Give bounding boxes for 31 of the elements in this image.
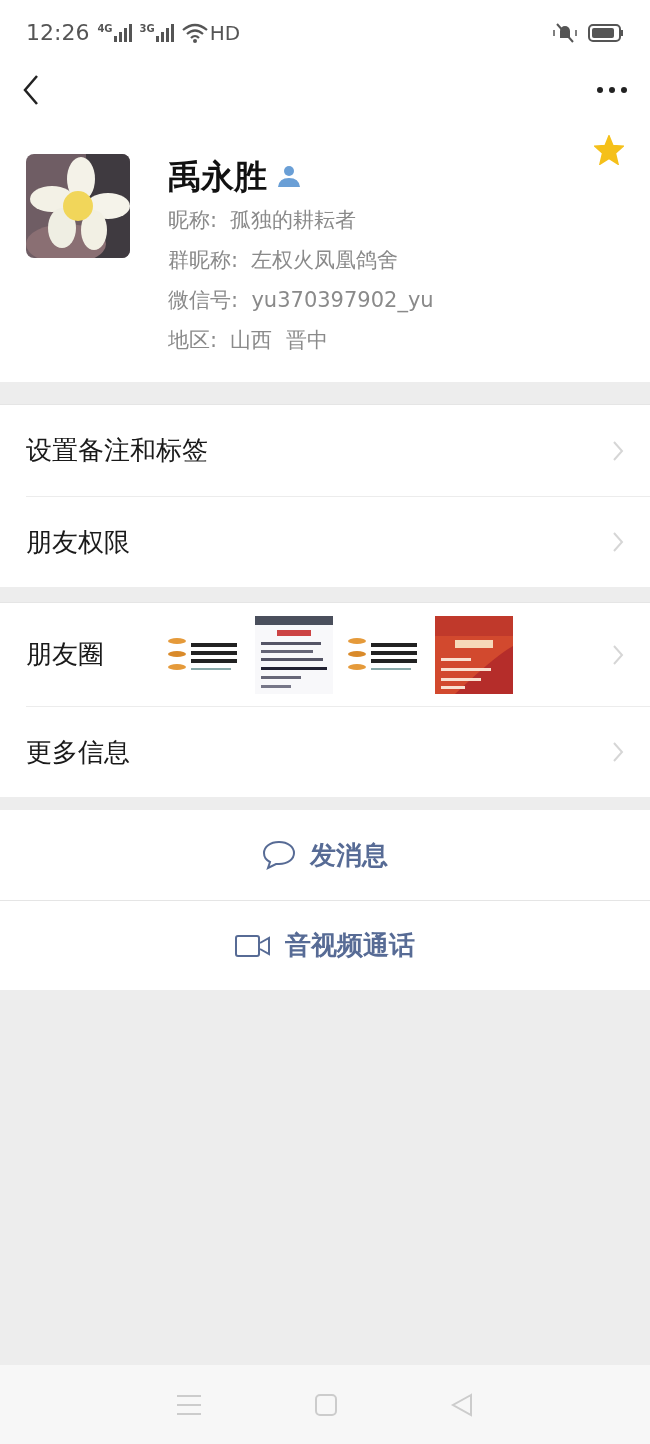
menu-icon[interactable]: [176, 1393, 202, 1416]
profile-detail: 昵称: 孤独的耕耘者: [168, 207, 358, 234]
wifi-icon: [181, 22, 208, 43]
list-row[interactable]: 更多信息: [26, 706, 650, 797]
chevron-icon: [612, 643, 624, 666]
chat-bubble-icon: [262, 840, 296, 870]
person-icon: [277, 164, 301, 188]
wifi-label: HD: [209, 19, 241, 47]
action-button[interactable]: 音视频通话: [0, 900, 650, 990]
profile-detail: 微信号: yu370397902_yu: [168, 287, 434, 315]
profile-detail: 地区: 山西 晋中: [168, 327, 329, 354]
signal-icon: [113, 23, 132, 42]
list-row[interactable]: 朋友权限: [26, 496, 650, 587]
network-label: 4G: [97, 23, 113, 34]
list-row[interactable]: 朋友圈: [26, 603, 650, 706]
clock: 12:26: [26, 19, 90, 47]
chevron-icon: [612, 531, 624, 553]
video-camera-icon: [235, 934, 271, 957]
contact-name: 禹永胜: [168, 159, 267, 193]
profile-detail: 群昵称: 左权火凤凰鸽舍: [168, 247, 400, 274]
list-row[interactable]: 设置备注和标签: [26, 405, 650, 496]
chevron-icon: [612, 741, 624, 763]
network-label: 3G: [139, 23, 155, 34]
star-icon[interactable]: [594, 135, 624, 165]
back-icon[interactable]: [22, 74, 40, 106]
more-icon[interactable]: [596, 86, 628, 94]
battery-icon: [588, 22, 624, 43]
action-button[interactable]: 发消息: [0, 810, 650, 900]
home-icon[interactable]: [314, 1392, 338, 1417]
signal-icon: [155, 23, 174, 42]
chevron-icon: [612, 439, 624, 462]
